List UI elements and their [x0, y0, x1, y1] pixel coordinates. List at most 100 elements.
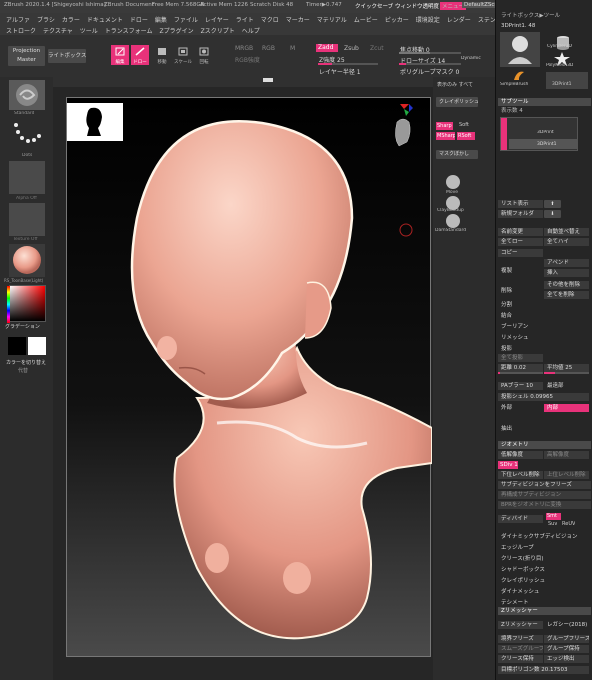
- scale-button[interactable]: スケール: [174, 45, 192, 65]
- lower-res-button[interactable]: 低解像度: [498, 451, 543, 459]
- draw-button[interactable]: ドロー: [131, 45, 149, 65]
- pa-blur-slider[interactable]: PAブラー 10: [498, 382, 543, 390]
- quicksave-button[interactable]: クイックセーブ: [355, 2, 393, 10]
- menu-item-menu2-3[interactable]: トランスフォーム: [105, 26, 153, 35]
- menu-item-menu1-12[interactable]: ムービー: [354, 15, 378, 24]
- zremesher-header[interactable]: Zリメッシャー: [498, 607, 591, 615]
- convert-bpr-button[interactable]: BPRをジオメトリに変換: [498, 501, 591, 509]
- remesh-section[interactable]: リメッシュ: [498, 334, 591, 342]
- append-button[interactable]: アペンド: [544, 259, 589, 267]
- menu-item-menu1-7[interactable]: レイヤー: [205, 15, 229, 24]
- delete-all-button[interactable]: 全てを削除: [544, 291, 589, 299]
- all-high-button[interactable]: 全てハイ: [544, 238, 589, 246]
- duplicate-button[interactable]: 複製: [498, 267, 543, 275]
- menu-item-menu1-10[interactable]: マーカー: [286, 15, 310, 24]
- tessimate-section[interactable]: テシメート: [498, 599, 591, 607]
- silhouette-preview[interactable]: [67, 103, 123, 141]
- menu-item-menu2-0[interactable]: ストローク: [6, 26, 36, 35]
- reuv-toggle[interactable]: ReUV: [562, 521, 575, 527]
- outer-button[interactable]: 外部: [498, 404, 543, 412]
- new-folder-button[interactable]: 新規フォルダ: [498, 210, 543, 218]
- split-section[interactable]: 分割: [498, 301, 591, 309]
- crease-section[interactable]: クリース(折り目): [498, 555, 591, 563]
- zremesher-button[interactable]: Zリメッシャー: [498, 621, 543, 629]
- menu-item-menu1-9[interactable]: マクロ: [261, 15, 279, 24]
- keep-groups-button[interactable]: グループ保持: [544, 645, 589, 653]
- secondary-color-swatch[interactable]: [28, 337, 46, 355]
- shadowbox-section[interactable]: シャドーボックス: [498, 566, 591, 574]
- dynamesh-section[interactable]: ダイナメッシュ: [498, 588, 591, 596]
- arrow-down-button[interactable]: ⬇: [544, 210, 561, 218]
- alternate-button[interactable]: 代替: [18, 367, 28, 374]
- delete-button[interactable]: 削除: [498, 287, 543, 295]
- display-all-button[interactable]: 表示のみ すべて: [437, 81, 473, 88]
- del-lower-button[interactable]: 下位レベル削除: [498, 471, 543, 479]
- menu-item-menu1-3[interactable]: ドキュメント: [87, 15, 123, 24]
- project-shell-slider[interactable]: 投影シェル 0.09965: [498, 393, 589, 401]
- target-polygons-slider[interactable]: 目標ポリゴン数 20.17503: [498, 666, 589, 674]
- project-section[interactable]: 投影: [498, 345, 591, 353]
- menu-item-menu1-0[interactable]: アルファ: [6, 15, 30, 24]
- lightbox-tools-button[interactable]: ライトボックス▶ツール: [498, 12, 591, 20]
- menu-item-menu1-2[interactable]: カラー: [62, 15, 80, 24]
- reconstruct-subdivision-button[interactable]: 再構成サブディビジョン: [498, 491, 591, 499]
- geometry-header[interactable]: ジオメトリ: [498, 441, 591, 449]
- divide-button[interactable]: ディバイド: [498, 515, 543, 523]
- rgb-button[interactable]: RGB: [262, 45, 275, 52]
- delete-other-button[interactable]: その他を削除: [544, 281, 589, 289]
- insert-button[interactable]: 挿入: [544, 269, 589, 277]
- menu-item-menu2-6[interactable]: ヘルプ: [242, 26, 260, 35]
- rename-button[interactable]: 名前変更: [498, 228, 543, 236]
- color-picker[interactable]: [7, 285, 46, 323]
- auto-reorder-button[interactable]: 自動並べ替え: [544, 228, 589, 236]
- lightbox-button[interactable]: ライトボックス: [48, 49, 86, 63]
- del-higher-button[interactable]: 上位レベル削除: [544, 471, 589, 479]
- detect-edges-button[interactable]: エッジ検出: [544, 655, 589, 663]
- subtool-item-2-row[interactable]: 3DPrint1: [509, 139, 577, 149]
- freeze-border-button[interactable]: 境界フリーズ: [498, 635, 543, 643]
- menu-item-menu1-15[interactable]: レンダー: [447, 15, 471, 24]
- edit-button[interactable]: 編集: [111, 45, 129, 65]
- menu-item-menu2-5[interactable]: Zスクリプト: [201, 26, 235, 35]
- polygroup-mask-slider[interactable]: ポリグループマスク 0: [400, 67, 459, 76]
- claypolish-section[interactable]: クレイポリッシュ: [498, 577, 591, 585]
- project-all-button[interactable]: 全て投影: [498, 354, 543, 362]
- sharp-button[interactable]: Sharp: [436, 122, 453, 130]
- menu-item-menu1-11[interactable]: マテリアル: [317, 15, 347, 24]
- menu-item-menu2-4[interactable]: Zプラグイン: [160, 26, 194, 35]
- alpha-selector[interactable]: [9, 161, 45, 194]
- texture-selector[interactable]: [9, 203, 45, 236]
- msharp-button[interactable]: MSharp: [436, 132, 455, 140]
- higher-res-button[interactable]: 高解像度: [544, 451, 589, 459]
- menu-item-menu1-5[interactable]: 編集: [155, 15, 167, 24]
- damstandard-brush-icon[interactable]: [445, 213, 461, 229]
- menu-item-menu1-8[interactable]: ライト: [236, 15, 254, 24]
- suv-toggle[interactable]: Suv: [548, 521, 557, 527]
- mean-slider[interactable]: 平均値 25: [544, 364, 589, 372]
- distance-slider[interactable]: 距離 0.02: [498, 364, 543, 372]
- cylinder-tool-icon[interactable]: [554, 34, 572, 52]
- smt-toggle[interactable]: Smt: [546, 513, 561, 520]
- subtool-scrollbar[interactable]: [501, 118, 507, 150]
- current-tool-thumbnail[interactable]: [500, 32, 540, 67]
- menu-item-menu1-1[interactable]: ブラシ: [37, 15, 55, 24]
- canvas-scroll-handle[interactable]: [263, 78, 273, 82]
- print-tool-thumb[interactable]: 3DPrint1: [546, 72, 588, 89]
- visible-count[interactable]: 表示数 4: [498, 107, 591, 115]
- menu-item-menu1-6[interactable]: ファイル: [174, 15, 198, 24]
- list-all-button[interactable]: リスト表示: [498, 200, 543, 208]
- menu-item-menu2-2[interactable]: ツール: [80, 26, 98, 35]
- zadd-button[interactable]: Zadd: [316, 44, 338, 52]
- mask-blur-button[interactable]: マスクぼかし: [436, 150, 478, 159]
- menu-item-menu2-1[interactable]: テクスチャ: [43, 26, 73, 35]
- mrgb-button[interactable]: MRGB: [235, 45, 253, 52]
- smooth-groups-button[interactable]: スムーズグループ: [498, 645, 543, 653]
- edge-loop-section[interactable]: エッジループ: [498, 544, 591, 552]
- arrow-up-button[interactable]: ⬆: [544, 200, 561, 208]
- m-button[interactable]: M: [290, 45, 295, 52]
- menu-item-menu1-4[interactable]: ドロー: [130, 15, 148, 24]
- all-low-button[interactable]: 全てロー: [498, 238, 543, 246]
- stroke-selector[interactable]: [9, 119, 45, 151]
- menu-item-menu1-14[interactable]: 環境設定: [416, 15, 440, 24]
- window-transparency-button[interactable]: ウィンドウ透明度: [395, 2, 439, 10]
